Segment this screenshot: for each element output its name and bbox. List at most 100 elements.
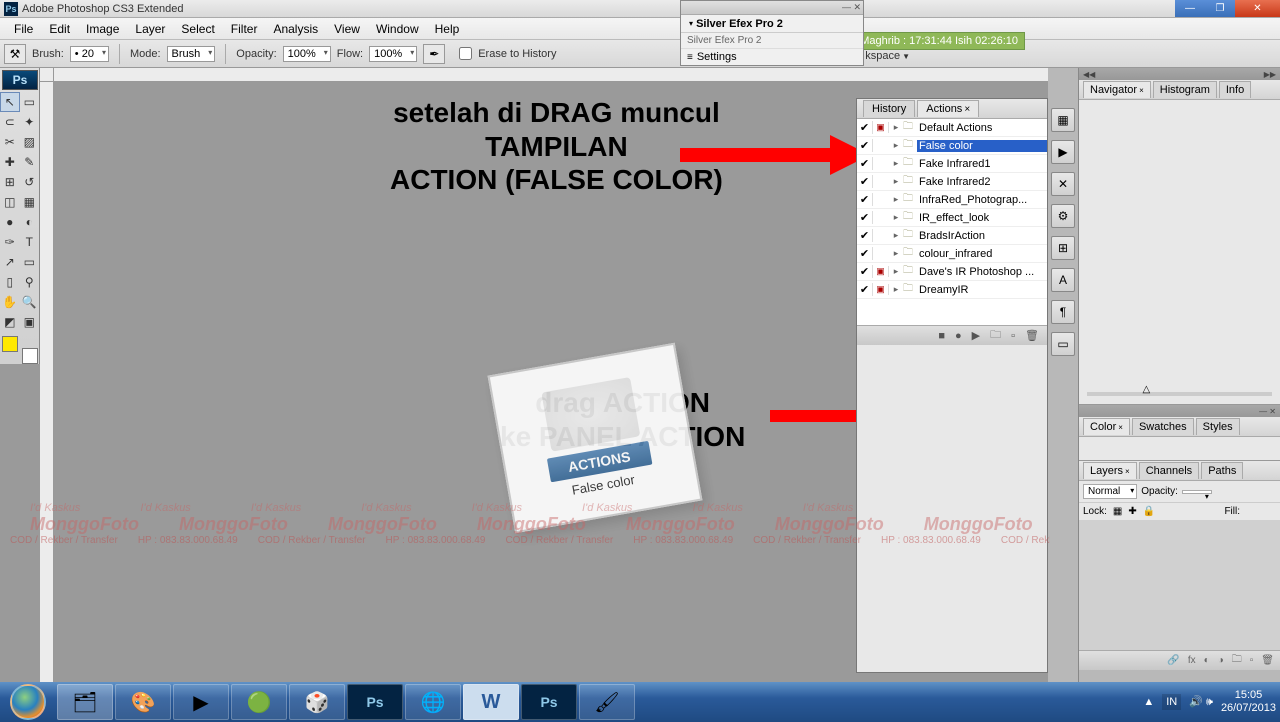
maximize-button[interactable]: ❐ — [1205, 0, 1235, 17]
slice-tool[interactable]: ▨ — [20, 132, 40, 152]
zoom-slider[interactable] — [1087, 392, 1272, 396]
dock-btn-7[interactable]: ¶ — [1051, 300, 1075, 324]
record-icon[interactable]: ● — [955, 330, 962, 342]
task-photoshop-2[interactable]: Ps — [521, 684, 577, 720]
action-row[interactable]: ✔▸🗀IR_effect_look — [857, 209, 1047, 227]
action-row[interactable]: ✔▸🗀Fake Infrared2 — [857, 173, 1047, 191]
history-brush-tool[interactable]: ↺ — [20, 172, 40, 192]
silver-efex-panel[interactable]: — ✕ ▾ Silver Efex Pro 2 Silver Efex Pro … — [680, 0, 864, 66]
type-tool[interactable]: T — [20, 232, 40, 252]
workspace-dropdown[interactable]: kspace — [865, 50, 910, 62]
collapse-right-icon[interactable]: ▶▶ — [1264, 70, 1276, 79]
task-app-2[interactable]: 🟢 — [231, 684, 287, 720]
tab-navigator[interactable]: Navigator× — [1083, 81, 1151, 98]
mask-icon[interactable]: ◐ — [1204, 655, 1210, 666]
menu-select[interactable]: Select — [173, 22, 222, 36]
color-body[interactable] — [1079, 437, 1280, 461]
foreground-color[interactable] — [2, 336, 18, 352]
language-indicator[interactable]: IN — [1162, 694, 1181, 710]
menu-help[interactable]: Help — [427, 22, 468, 36]
play-icon[interactable]: ▶ — [972, 329, 980, 342]
background-color[interactable] — [22, 348, 38, 364]
tray-up-icon[interactable]: ▲ — [1143, 696, 1154, 708]
navigator-body[interactable] — [1079, 100, 1280, 405]
ruler-vertical[interactable] — [40, 82, 54, 682]
tab-color[interactable]: Color× — [1083, 418, 1130, 435]
menu-layer[interactable]: Layer — [127, 22, 173, 36]
action-row[interactable]: ✔▣▸🗀DreamyIR — [857, 281, 1047, 299]
stop-icon[interactable]: ■ — [938, 330, 945, 342]
dock-btn-8[interactable]: ▭ — [1051, 332, 1075, 356]
tab-actions[interactable]: Actions× — [917, 100, 979, 117]
brush-size[interactable]: • 20 — [70, 46, 109, 62]
close-icon[interactable]: × — [964, 104, 970, 115]
tab-styles[interactable]: Styles — [1196, 418, 1240, 435]
collapse-left-icon[interactable]: ◀◀ — [1083, 70, 1095, 79]
crop-tool[interactable]: ✂ — [0, 132, 20, 152]
dock-btn-2[interactable]: ▶ — [1051, 140, 1075, 164]
task-chrome[interactable]: 🌐 — [405, 684, 461, 720]
action-row[interactable]: ✔▣▸🗀Default Actions — [857, 119, 1047, 137]
menu-filter[interactable]: Filter — [223, 22, 266, 36]
panel-close-icon[interactable]: — ✕ — [1259, 407, 1276, 416]
task-app-3[interactable]: 🎲 — [289, 684, 345, 720]
mode-dropdown[interactable]: Brush — [167, 46, 216, 62]
hand-tool[interactable]: ✋ — [0, 292, 20, 312]
clock[interactable]: 15:05 26/07/2013 — [1221, 689, 1276, 715]
tab-layers[interactable]: Layers× — [1083, 462, 1137, 479]
delete-layer-icon[interactable]: 🗑 — [1261, 655, 1274, 666]
task-photoshop-1[interactable]: Ps — [347, 684, 403, 720]
dock-btn-4[interactable]: ⚙ — [1051, 204, 1075, 228]
stamp-tool[interactable]: ⊞ — [0, 172, 20, 192]
ruler-horizontal[interactable] — [54, 68, 1048, 82]
tray-icons[interactable]: 🔊 🕪 — [1189, 695, 1213, 709]
trash-icon[interactable]: 🗑 — [1025, 329, 1039, 342]
dock-btn-6[interactable]: A — [1051, 268, 1075, 292]
lock-position-icon[interactable]: ✚ — [1128, 506, 1136, 517]
task-word[interactable]: W — [463, 684, 519, 720]
screenmode-tool[interactable]: ▣ — [20, 312, 40, 332]
panel-row[interactable]: Silver Efex Pro 2 — [681, 33, 863, 49]
menu-image[interactable]: Image — [78, 22, 127, 36]
gradient-tool[interactable]: ▦ — [20, 192, 40, 212]
chevron-down-icon[interactable]: ▾ — [689, 19, 693, 28]
dodge-tool[interactable]: ◐ — [20, 212, 40, 232]
menu-file[interactable]: File — [6, 22, 41, 36]
panel-settings[interactable]: Settings — [681, 49, 863, 65]
new-action-icon[interactable]: ▫ — [1011, 330, 1015, 342]
lock-pixels-icon[interactable]: ▦ — [1113, 506, 1122, 517]
eraser-tool[interactable]: ◫ — [0, 192, 20, 212]
action-row[interactable]: ✔▸🗀Fake Infrared1 — [857, 155, 1047, 173]
task-explorer[interactable]: 🗂 — [57, 684, 113, 720]
flow-input[interactable]: 100% — [369, 46, 417, 62]
path-tool[interactable]: ↗ — [0, 252, 20, 272]
blur-tool[interactable]: ● — [0, 212, 20, 232]
lock-all-icon[interactable]: 🔒 — [1143, 506, 1155, 517]
dock-btn-3[interactable]: ✕ — [1051, 172, 1075, 196]
lasso-tool[interactable]: ⊂ — [0, 112, 20, 132]
task-wmp[interactable]: ▶ — [173, 684, 229, 720]
action-row[interactable]: ✔▸🗀False color — [857, 137, 1047, 155]
menu-analysis[interactable]: Analysis — [265, 22, 326, 36]
start-button[interactable] — [0, 682, 56, 722]
tab-info[interactable]: Info — [1219, 81, 1251, 98]
action-row[interactable]: ✔▸🗀InfraRed_Photograp... — [857, 191, 1047, 209]
close-button[interactable]: ✕ — [1235, 0, 1280, 17]
action-row[interactable]: ✔▸🗀BradsIrAction — [857, 227, 1047, 245]
color-swatches[interactable] — [2, 336, 38, 364]
heal-tool[interactable]: ✚ — [0, 152, 20, 172]
action-row[interactable]: ✔▣▸🗀Dave's IR Photoshop ... — [857, 263, 1047, 281]
menu-window[interactable]: Window — [368, 22, 427, 36]
marquee-tool[interactable]: ▭ — [20, 92, 39, 112]
tab-histogram[interactable]: Histogram — [1153, 81, 1217, 98]
current-tool-icon[interactable]: ⚒ — [4, 44, 26, 64]
fx-icon[interactable]: fx — [1188, 655, 1196, 666]
pen-tool[interactable]: ✑ — [0, 232, 20, 252]
tab-history[interactable]: History — [863, 100, 915, 117]
tab-paths[interactable]: Paths — [1201, 462, 1243, 479]
new-layer-icon[interactable]: ▫ — [1250, 655, 1254, 666]
shape-tool[interactable]: ▭ — [20, 252, 40, 272]
quickmask-tool[interactable]: ◩ — [0, 312, 20, 332]
new-set-icon[interactable]: 🗀 — [990, 326, 1001, 345]
tab-channels[interactable]: Channels — [1139, 462, 1199, 479]
